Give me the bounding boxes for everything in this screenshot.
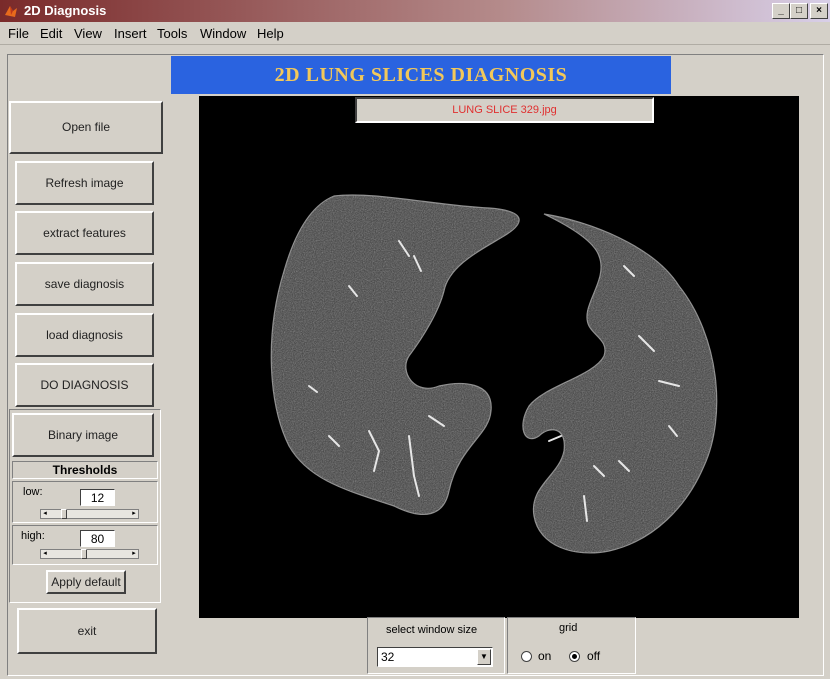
grid-label: grid	[559, 622, 578, 634]
refresh-image-button[interactable]: Refresh image	[15, 161, 154, 205]
app-banner: 2D LUNG SLICES DIAGNOSIS	[171, 56, 671, 94]
menu-window[interactable]: Window	[200, 26, 246, 41]
low-threshold-slider[interactable]: ◂ ▸	[40, 509, 139, 519]
slider-right-arrow-icon[interactable]: ▸	[130, 550, 138, 558]
menu-edit[interactable]: Edit	[40, 26, 62, 41]
high-threshold-input[interactable]: 80	[80, 530, 115, 547]
slider-thumb[interactable]	[81, 549, 87, 559]
menu-help[interactable]: Help	[257, 26, 284, 41]
grid-on-label: on	[538, 649, 552, 663]
high-label: high:	[21, 530, 45, 542]
window-size-label: select window size	[386, 624, 478, 636]
exit-button[interactable]: exit	[17, 608, 157, 654]
slider-left-arrow-icon[interactable]: ◂	[41, 510, 49, 518]
do-diagnosis-button[interactable]: DO DIAGNOSIS	[15, 363, 154, 407]
low-label: low:	[23, 486, 43, 498]
high-threshold-slider[interactable]: ◂ ▸	[40, 549, 139, 559]
title-bar: 2D Diagnosis _ □ ×	[0, 0, 830, 22]
menu-insert[interactable]: Insert	[114, 26, 147, 41]
open-file-button[interactable]: Open file	[9, 101, 163, 154]
lung-image-axes[interactable]	[199, 96, 799, 618]
window-title: 2D Diagnosis	[24, 3, 107, 18]
low-threshold-input[interactable]: 12	[80, 489, 115, 506]
grid-off-label: off	[587, 649, 601, 663]
window-size-value: 32	[381, 650, 395, 664]
lung-slice-image	[270, 194, 718, 554]
slider-left-arrow-icon[interactable]: ◂	[41, 550, 49, 558]
slice-label: LUNG SLICE 329.jpg	[355, 97, 654, 123]
maximize-button[interactable]: □	[790, 3, 808, 19]
extract-features-button[interactable]: extract features	[15, 211, 154, 255]
chevron-down-icon[interactable]: ▼	[477, 649, 491, 665]
slider-right-arrow-icon[interactable]: ▸	[130, 510, 138, 518]
menu-bar: File Edit View Insert Tools Window Help	[0, 22, 830, 45]
load-diagnosis-button[interactable]: load diagnosis	[15, 313, 154, 357]
menu-file[interactable]: File	[8, 26, 29, 41]
matlab-logo-icon	[5, 6, 17, 17]
right-lung-texture	[271, 194, 520, 515]
close-button[interactable]: ×	[810, 3, 828, 19]
minimize-button[interactable]: _	[772, 3, 790, 19]
grid-on-radio[interactable]	[521, 651, 532, 662]
thresholds-title: Thresholds	[12, 461, 158, 479]
window-size-select[interactable]: 32 ▼	[377, 647, 493, 667]
left-lung-texture	[522, 214, 717, 553]
menu-view[interactable]: View	[74, 26, 102, 41]
menu-tools[interactable]: Tools	[157, 26, 187, 41]
save-diagnosis-button[interactable]: save diagnosis	[15, 262, 154, 306]
binary-image-button[interactable]: Binary image	[12, 413, 154, 457]
apply-default-button[interactable]: Apply default	[46, 570, 126, 594]
slider-thumb[interactable]	[61, 509, 67, 519]
grid-off-radio[interactable]	[569, 651, 580, 662]
